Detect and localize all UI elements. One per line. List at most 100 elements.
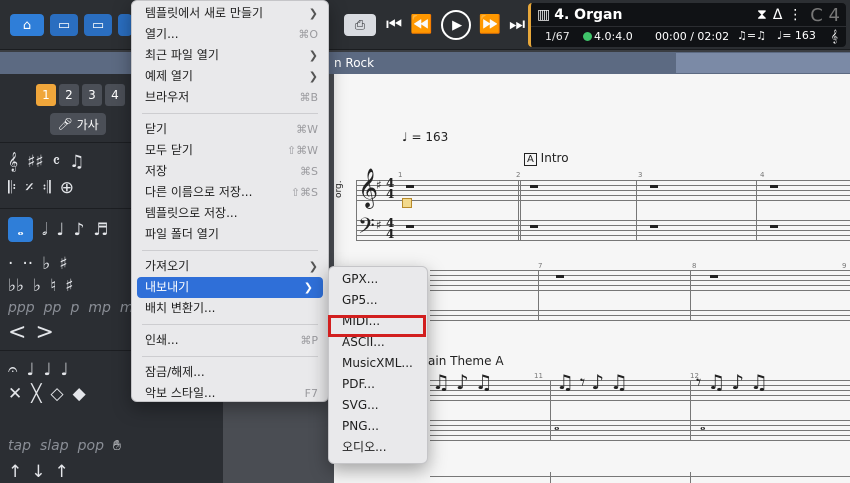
whole-rest [770, 185, 778, 188]
menu-item-open-recent[interactable]: 최근 파일 열기 ❯ [132, 45, 328, 66]
menu-label: 다른 이름으로 저장... [145, 185, 253, 199]
view-left-button[interactable]: ▭ [50, 14, 78, 36]
repeat-measure-icon[interactable]: 𝄎 [25, 178, 33, 198]
repeat-open-icon[interactable]: 𝄆 [8, 178, 16, 198]
accent-icon[interactable]: ♩ [26, 360, 34, 380]
tab-document[interactable]: n Rock [334, 52, 374, 74]
double-dot-icon[interactable]: ·· [22, 254, 33, 274]
staccato-icon[interactable]: ♩ [43, 360, 51, 380]
menu-item-open-file-folder[interactable]: 파일 폴더 열기 [132, 224, 328, 245]
rewind-icon[interactable]: ⏪ [410, 16, 432, 34]
menu-item-open-example[interactable]: 예제 열기 ❯ [132, 66, 328, 87]
arrow-down-icon[interactable]: ↓ [31, 462, 45, 482]
eighth-note-icon[interactable]: ♪ [73, 220, 84, 240]
menu-item-print[interactable]: 인쇄... ⌘P [132, 330, 328, 351]
export-gpx[interactable]: GPX... [329, 269, 427, 290]
tenuto-icon[interactable]: ♩ [61, 360, 69, 380]
flat-icon[interactable]: ♭ [42, 254, 50, 274]
triplet-feel[interactable]: ♫=♫ [737, 29, 766, 42]
menu-item-open[interactable]: 열기... ⌘O [132, 24, 328, 45]
whole-note: 𝅝 [700, 418, 706, 434]
track-title[interactable]: ▥ 4. Organ [537, 7, 622, 23]
menu-item-save-as-template[interactable]: 템플릿으로 저장... [132, 203, 328, 224]
view-bottom-button[interactable]: ▭ [84, 14, 112, 36]
menu-item-close[interactable]: 닫기 ⌘W [132, 119, 328, 140]
dynamic-mp[interactable]: mp [88, 300, 111, 316]
dynamic-pp[interactable]: pp [44, 300, 62, 316]
menu-item-lock[interactable]: 잠금/해제... [132, 362, 328, 383]
flat-icon[interactable]: ♭ [33, 276, 41, 296]
voice-tab-4[interactable]: 4 [105, 84, 125, 106]
coda-icon[interactable]: ⊕ [60, 178, 74, 198]
whole-rest [530, 185, 538, 188]
track-name: 4. Organ [554, 7, 623, 23]
dead-note-icon[interactable]: ✕ [8, 384, 22, 404]
skip-start-icon[interactable]: ⏮ [386, 16, 402, 34]
menu-item-import[interactable]: 가져오기 ❯ [132, 256, 328, 277]
technique-tap[interactable]: tap [8, 438, 31, 454]
export-pdf[interactable]: PDF... [329, 374, 427, 395]
dynamic-ppp[interactable]: ppp [8, 300, 35, 316]
export-png[interactable]: PNG... [329, 416, 427, 437]
hourglass-icon[interactable]: ⧗ [757, 7, 773, 23]
crescendo-icon[interactable]: < [8, 320, 26, 345]
tuning-fork-icon[interactable]: Δ [773, 7, 789, 23]
whole-note-button[interactable]: 𝅝 [8, 217, 33, 242]
arrow-up-icon[interactable]: ↑ [55, 462, 69, 482]
technique-pop[interactable]: pop [78, 438, 104, 454]
chevron-right-icon: ❯ [308, 7, 318, 20]
home-button[interactable]: ⌂ [10, 14, 44, 36]
half-note-icon[interactable]: 𝅗𝅥 [42, 220, 47, 240]
menu-item-browser[interactable]: 브라우저 ⌘B [132, 87, 328, 108]
voice-tab-2[interactable]: 2 [59, 84, 79, 106]
harmonic-icon[interactable]: ◇ [51, 384, 64, 404]
menu-item-save[interactable]: 저장 ⌘S [132, 161, 328, 182]
menu-item-new-from-template[interactable]: 템플릿에서 새로 만들기 ❯ [132, 3, 328, 24]
menu-item-close-all[interactable]: 모두 닫기 ⇧⌘W [132, 140, 328, 161]
play-button[interactable]: ▶ [440, 10, 471, 40]
technique-slap[interactable]: slap [40, 438, 69, 454]
hand-icon[interactable]: ✋︎ [113, 438, 121, 454]
treble-clef-icon[interactable]: 𝄞 [8, 152, 18, 172]
mute-icon[interactable]: ◆ [73, 384, 86, 404]
voice-tab-3[interactable]: 3 [82, 84, 102, 106]
whole-rest [770, 225, 778, 228]
export-svg[interactable]: SVG... [329, 395, 427, 416]
sharp-icon[interactable]: ♯ [59, 254, 67, 274]
print-button[interactable]: ⎙ [344, 14, 376, 36]
tuplet-icon[interactable]: ♫ [69, 152, 84, 172]
lyrics-button[interactable]: 🎤︎ 가사 [50, 113, 106, 135]
export-gp5[interactable]: GP5... [329, 290, 427, 311]
double-flat-icon[interactable]: ♭♭ [8, 276, 24, 296]
more-icon[interactable]: ⋮ [788, 7, 808, 23]
skip-end-icon[interactable]: ⏭ [509, 16, 525, 34]
menu-item-batch-converter[interactable]: 배치 변환기... [132, 298, 328, 319]
slide-icon[interactable]: ╳ [31, 384, 41, 404]
arrow-up-icon[interactable]: ↑ [8, 462, 22, 482]
natural-icon[interactable]: ♮ [50, 276, 56, 296]
menu-item-export[interactable]: 내보내기 ❯ [137, 277, 323, 298]
menu-item-save-as[interactable]: 다른 이름으로 저장... ⇧⌘S [132, 182, 328, 203]
tempo-display[interactable]: ♩= 163 [777, 29, 816, 42]
metronome-icon[interactable]: 𝄞 [831, 29, 838, 44]
export-audio[interactable]: 오디오... [329, 437, 427, 458]
repeat-close-icon[interactable]: 𝄇 [42, 178, 50, 198]
fast-forward-icon[interactable]: ⏩ [479, 16, 501, 34]
time-signature-icon[interactable]: 𝄴 [53, 152, 61, 172]
measure-number: 7 [538, 262, 543, 270]
quarter-note-icon[interactable]: ♩ [56, 220, 64, 240]
whole-rest [406, 225, 414, 228]
dot-icon[interactable]: · [8, 254, 13, 274]
cursor-marker[interactable] [402, 198, 412, 208]
ghost-note-icon[interactable]: 𝄐 [8, 360, 17, 380]
dynamic-p[interactable]: p [70, 300, 79, 316]
export-musicxml[interactable]: MusicXML... [329, 353, 427, 374]
decrescendo-icon[interactable]: > [35, 320, 53, 345]
sharp-icon[interactable]: ♯ [65, 276, 73, 296]
sixteenth-note-icon[interactable]: ♬ [93, 220, 108, 240]
tab-secondary[interactable] [676, 53, 850, 73]
key-signature-icon[interactable]: ♯♯ [27, 152, 43, 172]
menu-item-stylesheet[interactable]: 악보 스타일... F7 [132, 383, 328, 404]
view-right-button[interactable] [118, 14, 132, 36]
voice-tab-1[interactable]: 1 [36, 84, 56, 106]
